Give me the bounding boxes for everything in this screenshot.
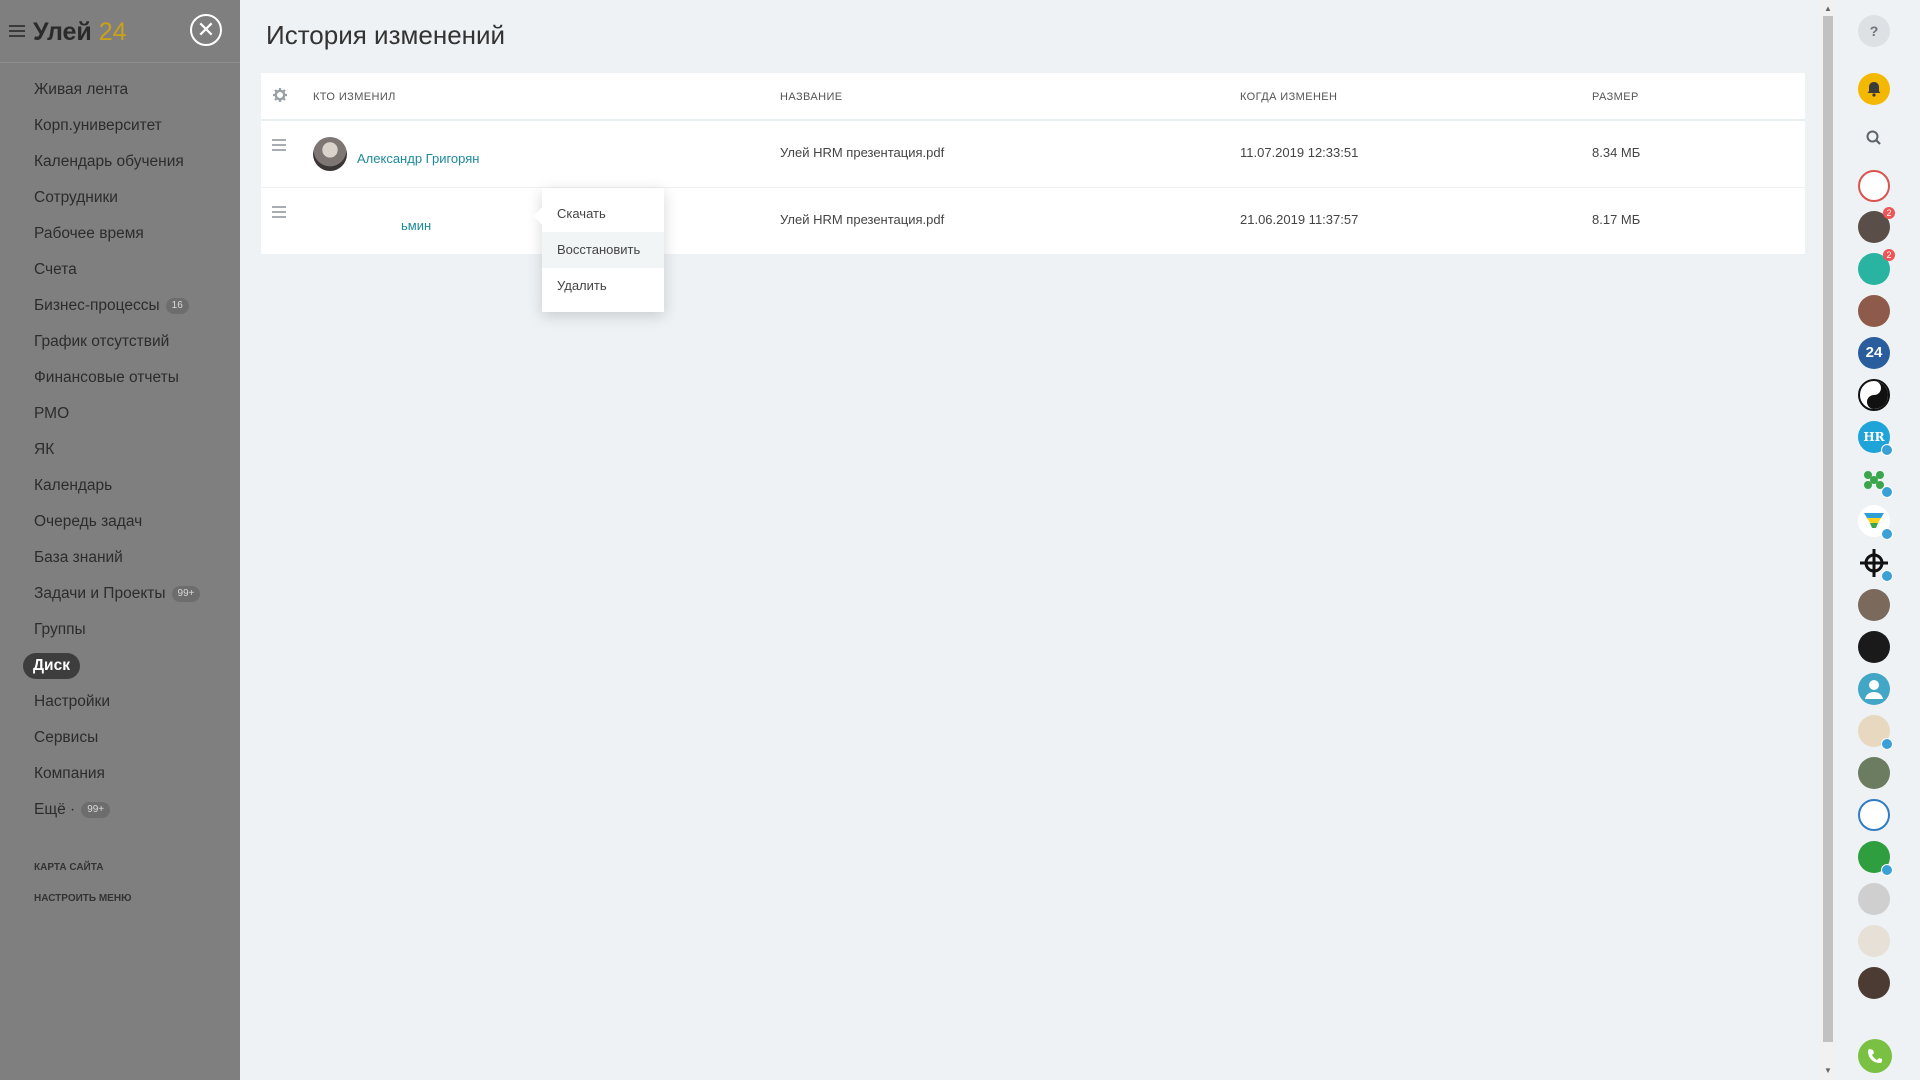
globe-chat-icon[interactable] (1858, 799, 1890, 831)
file-size: 8.17 МБ (1592, 212, 1641, 227)
lock-icon (1881, 528, 1893, 540)
lock-icon (1881, 444, 1893, 456)
page-title: История изменений (266, 20, 506, 50)
sidebar-item-work-time[interactable]: Рабочее время (0, 216, 240, 252)
avatar[interactable] (313, 137, 347, 171)
contact-avatar[interactable] (1858, 967, 1890, 999)
sidebar-item-task-queue[interactable]: Очередь задач (0, 504, 240, 540)
sidebar-item-live-feed[interactable]: Живая лента (0, 72, 240, 108)
counter-badge: 99+ (171, 585, 201, 602)
left-sidebar: Улей 24 ✕ Живая лента Корп.университет К… (0, 0, 240, 1080)
contact-avatar[interactable] (1858, 757, 1890, 789)
lock-icon (1881, 486, 1893, 498)
sidebar-item-calendar[interactable]: Календарь (0, 468, 240, 504)
scroll-down-arrow-icon[interactable]: ▼ (1823, 1064, 1833, 1078)
column-header-when[interactable]: КОГДА ИЗМЕНЕН (1240, 91, 1337, 103)
right-bar: ? 2 2 24 HR (1836, 0, 1920, 1080)
sidebar-item-more[interactable]: Ещё · 99+ (0, 792, 240, 828)
unread-count: 2 (1883, 207, 1895, 219)
main-content: История изменений КТО ИЗМЕНИЛ НАЗВАНИЕ К… (240, 0, 1820, 1080)
column-header-who[interactable]: КТО ИЗМЕНИЛ (313, 91, 396, 103)
notifications-bell-icon[interactable] (1858, 73, 1890, 105)
file-size: 8.34 МБ (1592, 145, 1641, 160)
help-icon[interactable]: ? (1858, 15, 1890, 47)
chat-group-icon[interactable] (1858, 170, 1890, 202)
row-menu-icon[interactable] (272, 139, 286, 154)
counter-badge: 99+ (81, 801, 111, 818)
close-slider-button[interactable]: ✕ (190, 14, 222, 46)
sidebar-item-finance-reports[interactable]: Финансовые отчеты (0, 360, 240, 396)
history-grid: КТО ИЗМЕНИЛ НАЗВАНИЕ КОГДА ИЗМЕНЕН РАЗМЕ… (261, 73, 1805, 255)
contact-avatar[interactable] (1858, 295, 1890, 327)
gear-icon[interactable] (272, 87, 288, 103)
row-context-menu: Скачать Восстановить Удалить (542, 188, 664, 312)
cluster-chat-icon[interactable] (1858, 463, 1893, 498)
user-placeholder-icon[interactable] (1858, 673, 1890, 705)
sidebar-item-absence-chart[interactable]: График отсутствий (0, 324, 240, 360)
sidebar-header: Улей 24 ✕ (0, 0, 240, 63)
sidebar-item-groups[interactable]: Группы (0, 612, 240, 648)
contact-avatar[interactable] (1858, 925, 1890, 957)
user-link[interactable]: ьмин (401, 218, 431, 233)
sidebar-item-rmo[interactable]: РМО (0, 396, 240, 432)
bitrix24-chat-icon[interactable]: 24 (1858, 337, 1890, 369)
phone-call-icon[interactable] (1858, 1039, 1892, 1073)
restore-menu-item[interactable]: Восстановить (542, 232, 664, 268)
file-name: Улей HRM презентация.pdf (780, 145, 945, 160)
grid-header: КТО ИЗМЕНИЛ НАЗВАНИЕ КОГДА ИЗМЕНЕН РАЗМЕ… (261, 73, 1805, 121)
lock-icon (1881, 864, 1893, 876)
contact-avatar[interactable] (1858, 883, 1890, 915)
sidebar-item-knowledge-base[interactable]: База знаний (0, 540, 240, 576)
sidebar-links: КАРТА САЙТА НАСТРОИТЬ МЕНЮ (0, 828, 240, 920)
sidebar-item-settings[interactable]: Настройки (0, 684, 240, 720)
sidebar-item-business-processes[interactable]: Бизнес-процессы 16 (0, 288, 240, 324)
hr-chat-icon[interactable]: HR (1858, 421, 1893, 456)
chat-icon[interactable] (1858, 841, 1893, 876)
table-row: ьмин Улей HRM презентация.pdf 21.06.2019… (261, 188, 1805, 255)
crosshair-chat-icon[interactable] (1858, 547, 1893, 582)
contact-avatar[interactable] (1858, 589, 1890, 621)
lock-icon (1881, 570, 1893, 582)
modified-date: 21.06.2019 11:37:57 (1240, 212, 1359, 227)
contact-avatar[interactable] (1858, 715, 1893, 750)
file-name: Улей HRM презентация.pdf (780, 212, 945, 227)
row-menu-icon[interactable] (272, 206, 286, 221)
sidebar-item-disk[interactable]: Диск (0, 648, 240, 684)
search-icon[interactable] (1858, 122, 1890, 154)
contact-avatar[interactable]: 2 (1858, 207, 1895, 243)
scroll-up-arrow-icon[interactable]: ▲ (1823, 2, 1833, 16)
page-scrollbar[interactable]: ▲ ▼ (1820, 0, 1836, 1080)
funnel-chat-icon[interactable] (1858, 505, 1893, 540)
logo-name: Улей (33, 18, 92, 46)
menu-burger-icon[interactable] (9, 25, 25, 37)
logo[interactable]: Улей 24 (33, 18, 127, 47)
delete-menu-item[interactable]: Удалить (542, 268, 664, 304)
column-header-name[interactable]: НАЗВАНИЕ (780, 91, 843, 103)
sitemap-link[interactable]: КАРТА САЙТА (34, 858, 240, 889)
unread-count: 2 (1883, 249, 1895, 261)
counter-badge: 16 (165, 297, 189, 314)
lock-icon (1881, 738, 1893, 750)
sidebar-item-services[interactable]: Сервисы (0, 720, 240, 756)
yin-yang-chat-icon[interactable] (1858, 379, 1890, 411)
sidebar-item-invoices[interactable]: Счета (0, 252, 240, 288)
sidebar-item-yak[interactable]: ЯК (0, 432, 240, 468)
table-row: Александр Григорян Улей HRM презентация.… (261, 121, 1805, 188)
logo-number: 24 (98, 18, 127, 46)
sidebar-item-corp-university[interactable]: Корп.университет (0, 108, 240, 144)
sidebar-item-tasks-projects[interactable]: Задачи и Проекты 99+ (0, 576, 240, 612)
download-menu-item[interactable]: Скачать (542, 196, 664, 232)
scroll-thumb[interactable] (1823, 16, 1833, 1042)
modified-date: 11.07.2019 12:33:51 (1240, 145, 1359, 160)
sidebar-menu: Живая лента Корп.университет Календарь о… (0, 63, 240, 828)
contact-avatar[interactable] (1858, 631, 1890, 663)
configure-menu-link[interactable]: НАСТРОИТЬ МЕНЮ (34, 889, 240, 920)
sidebar-item-company[interactable]: Компания (0, 756, 240, 792)
user-link[interactable]: Александр Григорян (357, 151, 479, 166)
column-header-size[interactable]: РАЗМЕР (1592, 91, 1639, 103)
sidebar-item-employees[interactable]: Сотрудники (0, 180, 240, 216)
lock-chat-icon[interactable]: 2 (1858, 249, 1895, 285)
sidebar-item-training-calendar[interactable]: Календарь обучения (0, 144, 240, 180)
